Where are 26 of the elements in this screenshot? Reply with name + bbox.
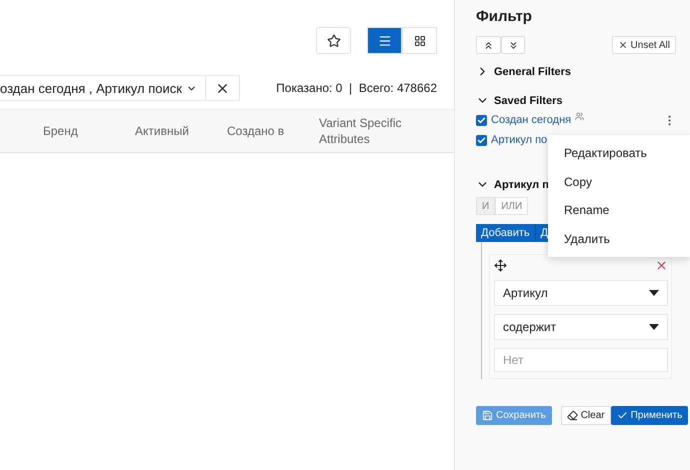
saved-filter-link[interactable]: Артикул по <box>491 134 548 146</box>
section-header[interactable]: General Filters <box>476 65 572 78</box>
saved-filter-link[interactable]: Создан сегодня <box>491 114 572 126</box>
menu-item[interactable]: Copy <box>548 168 690 196</box>
field-select[interactable]: Артикул <box>494 280 668 306</box>
operator-select[interactable]: содержит <box>494 314 668 340</box>
section-title: Артикул п <box>494 178 549 190</box>
menu-item[interactable]: Редактировать <box>548 139 690 168</box>
column-header[interactable]: Variant Specific Attributes <box>319 114 429 148</box>
section-title: Saved Filters <box>494 94 562 106</box>
value-input[interactable]: Нет <box>494 348 668 372</box>
apply-button[interactable]: Применить <box>610 406 688 425</box>
menu-item[interactable]: Rename <box>548 196 690 224</box>
add-button[interactable]: Добавить <box>476 224 536 242</box>
section-title: General Filters <box>494 66 572 78</box>
record-count: Показано: 0 | Всего: 478662 <box>276 81 437 95</box>
panel-title: Фильтр <box>476 8 533 27</box>
conjunction-toggle[interactable]: ИЛИ <box>495 197 528 215</box>
unset-all-button[interactable]: Unset All <box>612 36 676 54</box>
section-header[interactable]: Артикул п <box>476 178 549 191</box>
saved-filter-select[interactable]: оздан сегодня , Артикул поиск <box>0 75 206 101</box>
column-header[interactable]: Создано в <box>227 122 319 140</box>
column-header[interactable]: Активный <box>135 122 227 140</box>
column-header[interactable]: Бренд <box>43 122 135 140</box>
section-header[interactable]: Saved Filters <box>476 94 562 107</box>
clear-button[interactable]: Clear <box>560 406 611 425</box>
